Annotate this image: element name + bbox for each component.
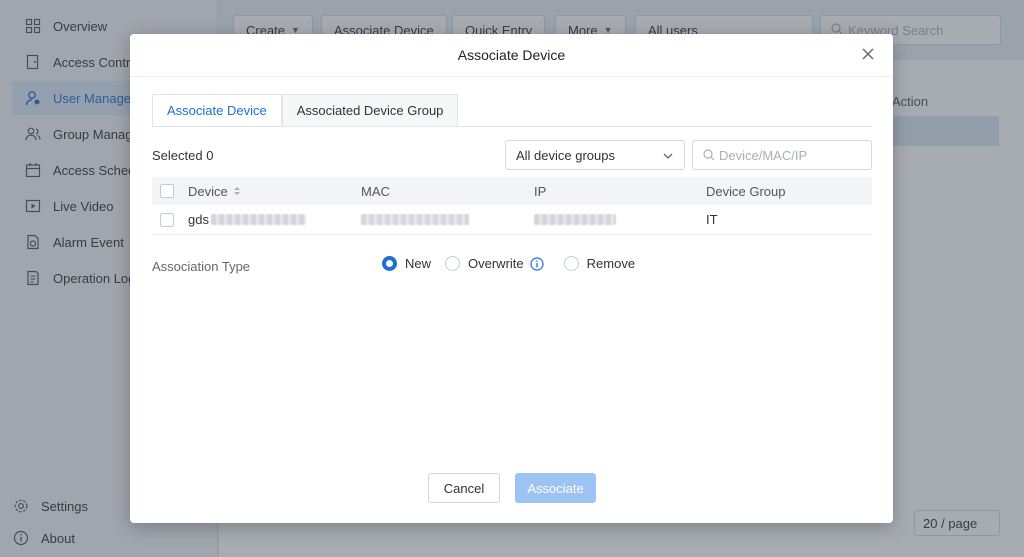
dialog-tabs: Associate Device Associated Device Group [152,94,459,127]
radio-button[interactable] [445,256,461,271]
associate-button[interactable]: Associate [515,473,596,503]
device-name: gds [188,212,209,227]
device-search-input[interactable] [719,147,859,163]
device-search-field[interactable] [692,140,872,170]
column-header-ip: IP [534,183,547,199]
mac-cell [361,205,469,234]
radio-button[interactable] [382,256,397,271]
radio-new[interactable]: New [382,256,431,271]
info-icon[interactable] [530,256,544,271]
radio-button[interactable] [563,256,579,271]
dialog-header: Associate Device [130,34,893,77]
cancel-button[interactable]: Cancel [428,473,500,503]
column-header-device[interactable]: Device [188,177,242,205]
device-cell: gds [188,205,306,234]
tab-associated-device-group[interactable]: Associated Device Group [281,94,459,127]
selected-count: Selected 0 [152,148,214,163]
dialog-title: Associate Device [457,47,566,63]
ip-cell [534,205,616,234]
device-group-select[interactable]: All device groups [505,140,685,170]
redacted-text [534,214,616,225]
device-group-value: All device groups [516,147,615,163]
column-header-mac: MAC [361,183,390,199]
device-group-cell: IT [706,212,718,227]
tab-associate-device[interactable]: Associate Device [152,94,282,127]
associate-device-dialog: Associate Device Associate Device Associ… [130,34,893,523]
redacted-text [361,214,469,225]
tabs-divider [152,126,872,127]
chevron-down-icon [663,153,673,159]
radio-new-label: New [405,256,432,271]
column-header-device-group: Device Group [706,183,786,199]
column-device-label: Device [188,183,228,199]
radio-overwrite[interactable]: Overwrite [445,256,524,271]
radio-remove[interactable]: Remove [563,256,636,271]
row-checkbox[interactable] [160,205,174,234]
redacted-text [210,214,306,225]
sort-icon[interactable] [232,185,242,197]
table-row[interactable]: gds IT [152,205,872,235]
radio-overwrite-label: Overwrite [468,256,524,271]
association-type-radio-group: New Overwrite Remove [382,256,649,271]
search-icon [703,149,715,161]
close-icon[interactable] [861,47,875,61]
select-all-checkbox[interactable] [160,177,174,205]
association-type-label: Association Type [152,259,251,274]
device-table-header: Device MAC IP Device Group [152,177,872,205]
radio-remove-label: Remove [586,256,636,271]
